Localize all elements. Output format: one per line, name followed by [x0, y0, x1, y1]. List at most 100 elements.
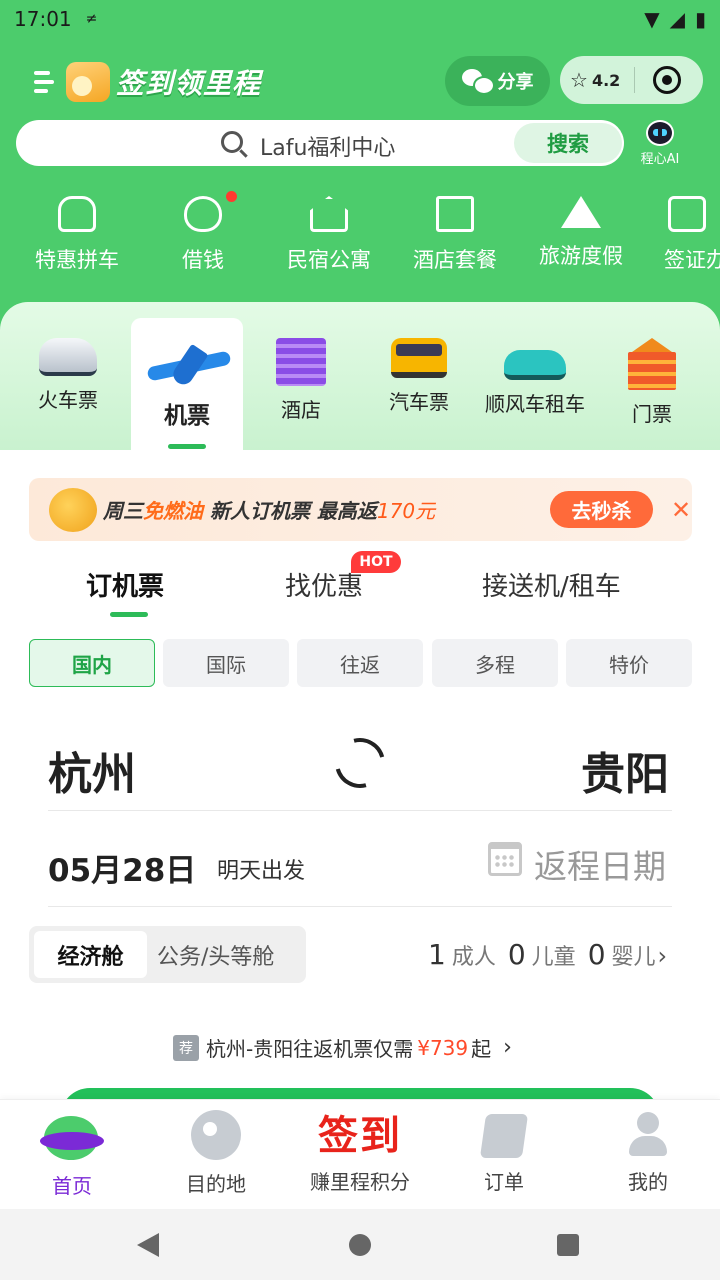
ai-assistant-button[interactable]: 程心AI — [634, 120, 686, 168]
quick-links: 特惠拼车 借钱 民宿公寓 酒店套餐 旅游度假 签证办 — [0, 191, 720, 282]
page-title: 签到领里程 — [116, 67, 262, 100]
infant-label: 婴儿 — [611, 945, 656, 970]
mountain-icon — [561, 196, 601, 228]
calendar-icon — [488, 842, 522, 876]
user-icon — [629, 1112, 667, 1158]
promo-highlight: 免燃油 — [143, 499, 203, 523]
close-miniapp-icon[interactable] — [653, 66, 682, 94]
tab-destination[interactable]: 目的地 — [144, 1110, 288, 1197]
promo-action-button[interactable]: 去秒杀 — [550, 491, 653, 528]
departure-date[interactable]: 05月28日 — [48, 845, 196, 890]
cabin-economy[interactable]: 经济舱 — [34, 931, 147, 978]
recommend-badge: 荐 — [173, 1034, 199, 1061]
promo-banner[interactable]: 周三免燃油 新人订机票 最高返170元 去秒杀 ✕ — [29, 478, 692, 541]
arrival-city[interactable]: 贵阳 — [581, 738, 669, 802]
tab-label: 订单 — [484, 1170, 524, 1194]
recommendation-link[interactable]: 荐 杭州-贵阳往返机票仅需 ¥739 起 › — [173, 1033, 512, 1062]
chip-domestic[interactable]: 国内 — [29, 639, 155, 687]
tab-profile[interactable]: 我的 — [576, 1110, 720, 1195]
tab-label: 我的 — [628, 1170, 668, 1194]
quick-link-visa[interactable]: 签证办 — [644, 196, 720, 274]
battery-icon: ▮ — [694, 7, 706, 31]
home-icon[interactable] — [349, 1234, 371, 1256]
back-icon[interactable] — [137, 1233, 159, 1257]
notification-dot — [226, 191, 237, 202]
category-rideshare[interactable]: 顺风车租车 — [477, 338, 593, 417]
wechat-icon — [461, 69, 495, 95]
car-icon — [504, 350, 566, 380]
share-button[interactable]: 分享 — [445, 56, 550, 106]
cabin-business[interactable]: 公务/头等舱 — [157, 931, 274, 978]
category-label: 火车票 — [38, 388, 98, 412]
quick-link-loan[interactable]: 借钱 — [140, 191, 266, 274]
capsule-divider — [634, 67, 636, 93]
category-active-indicator — [168, 444, 206, 449]
recommendation-suffix: 起 — [471, 1037, 492, 1061]
quick-link-vacation[interactable]: 旅游度假 — [518, 196, 644, 270]
temple-icon — [626, 338, 678, 390]
recent-apps-icon[interactable] — [557, 1234, 579, 1256]
close-icon[interactable]: ✕ — [671, 496, 691, 524]
home-mascot-icon — [40, 1110, 104, 1162]
quick-link-carpool[interactable]: 特惠拼车 — [14, 196, 140, 274]
tab-book-flight[interactable]: 订机票 — [86, 566, 164, 603]
coin-mascot-icon — [49, 487, 97, 532]
return-date-field[interactable]: 返程日期 — [534, 840, 666, 888]
carpool-icon — [58, 196, 96, 232]
category-tickets[interactable]: 门票 — [594, 338, 710, 427]
tab-airport-transfer[interactable]: 接送机/租车 — [482, 566, 621, 603]
search-input[interactable]: Lafu福利中心 — [260, 130, 395, 162]
passenger-selector[interactable]: 1 成人 0 儿童 0 婴儿 › — [428, 938, 667, 971]
bottom-tab-bar: 首页 目的地 签到 赚里程积分 订单 我的 — [0, 1099, 720, 1209]
quick-link-label: 借钱 — [182, 248, 224, 272]
ai-label: 程心AI — [640, 152, 680, 167]
cabin-selector: 经济舱 公务/头等舱 — [29, 926, 306, 983]
chip-multi-city[interactable]: 多程 — [432, 639, 558, 687]
departure-city[interactable]: 杭州 — [48, 738, 136, 802]
chip-round-trip[interactable]: 往返 — [297, 639, 423, 687]
divider — [48, 906, 672, 907]
tab-label: 目的地 — [186, 1172, 246, 1196]
category-flight[interactable]: 机票 — [129, 342, 245, 430]
recommendation-text: 杭州-贵阳往返机票仅需 — [206, 1037, 414, 1061]
search-bar[interactable]: Lafu福利中心 搜索 — [16, 120, 624, 166]
quick-link-hotel-package[interactable]: 酒店套餐 — [392, 196, 518, 274]
promo-day: 周三 — [103, 499, 143, 523]
tab-label: 赚里程积分 — [310, 1170, 410, 1194]
passport-icon — [668, 196, 706, 232]
search-button[interactable]: 搜索 — [514, 123, 622, 163]
adult-count: 1 — [428, 938, 446, 971]
promo-amount: 170元 — [376, 499, 436, 523]
search-icon — [221, 131, 243, 153]
category-panel: 火车票 机票 酒店 汽车票 顺风车租车 门票 — [0, 302, 720, 450]
quick-link-label: 旅游度假 — [539, 244, 623, 268]
category-train[interactable]: 火车票 — [10, 338, 126, 413]
status-bar: 17:01 ≠ ▼ ◢ ▮ — [0, 0, 720, 38]
adult-label: 成人 — [451, 945, 496, 970]
recommendation-price: ¥739 — [417, 1035, 469, 1060]
quick-link-homestay[interactable]: 民宿公寓 — [266, 196, 392, 274]
tab-earn-points[interactable]: 签到 赚里程积分 — [288, 1110, 432, 1195]
category-bus[interactable]: 汽车票 — [361, 338, 477, 415]
chip-international[interactable]: 国际 — [163, 639, 289, 687]
swap-cities-icon[interactable] — [325, 728, 395, 798]
money-bag-icon — [184, 191, 237, 232]
quick-link-label: 签证办 — [664, 248, 720, 272]
category-hotel[interactable]: 酒店 — [243, 338, 359, 423]
title-row: 签到领里程 分享 ☆ 4.2 — [0, 54, 720, 110]
chevron-right-icon: › — [503, 1035, 512, 1060]
chip-special-price[interactable]: 特价 — [566, 639, 692, 687]
promo-description: 新人订机票 最高返 — [209, 499, 377, 523]
order-list-icon — [479, 1114, 529, 1158]
category-label: 酒店 — [281, 398, 321, 422]
star-icon[interactable]: ☆ — [570, 68, 588, 92]
system-nav-bar — [0, 1209, 720, 1280]
quick-link-label: 酒店套餐 — [413, 248, 497, 272]
house-icon — [310, 196, 348, 232]
signal-icon: ◢ — [669, 7, 685, 31]
chevron-right-icon: › — [657, 942, 668, 970]
category-label: 门票 — [632, 402, 672, 426]
tab-home[interactable]: 首页 — [0, 1110, 144, 1199]
tab-orders[interactable]: 订单 — [432, 1110, 576, 1195]
menu-icon[interactable] — [34, 69, 56, 95]
